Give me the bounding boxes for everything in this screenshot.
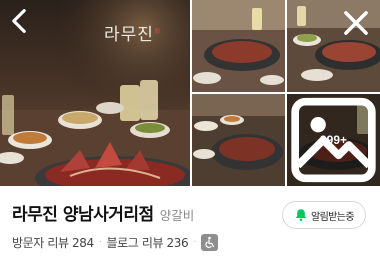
separator-dot: · <box>193 237 197 248</box>
image-icon <box>291 97 376 183</box>
restaurant-logo: 라무진® <box>104 25 162 45</box>
notification-label: 알림받는중 <box>310 211 355 223</box>
photo-thumb-image <box>192 0 285 92</box>
place-name: 라무진 양남사거리점 <box>12 205 154 225</box>
photo-gallery: 라무진® 999+ <box>0 0 380 186</box>
photo-grid: 999+ <box>192 0 380 186</box>
close-button[interactable] <box>343 10 369 36</box>
more-photos-overlay[interactable]: 999+ <box>287 94 380 186</box>
photo-thumb-4[interactable]: 999+ <box>287 94 380 186</box>
review-stats: 방문자 리뷰 284 · 블로그 리뷰 236 · <box>12 234 219 251</box>
back-button[interactable] <box>6 8 32 34</box>
photo-thumb-1[interactable] <box>192 0 285 92</box>
visitor-review-count[interactable]: 방문자 리뷰 284 <box>12 234 94 251</box>
photo-thumb-3[interactable] <box>192 94 285 186</box>
chevron-left-icon <box>12 9 26 33</box>
main-photo[interactable]: 라무진® <box>0 0 190 186</box>
bell-icon <box>295 209 307 222</box>
place-title-row: 라무진 양남사거리점 양갈비 <box>12 200 194 225</box>
wheelchair-icon <box>201 234 219 251</box>
blog-review-count[interactable]: 블로그 리뷰 236 <box>107 234 189 251</box>
photo-thumb-2[interactable] <box>287 0 380 92</box>
separator-dot: · <box>98 237 102 248</box>
notification-button[interactable]: 알림받는중 <box>282 201 366 229</box>
place-category: 양갈비 <box>159 208 195 223</box>
close-icon <box>344 11 368 35</box>
photo-thumb-image <box>192 94 285 186</box>
